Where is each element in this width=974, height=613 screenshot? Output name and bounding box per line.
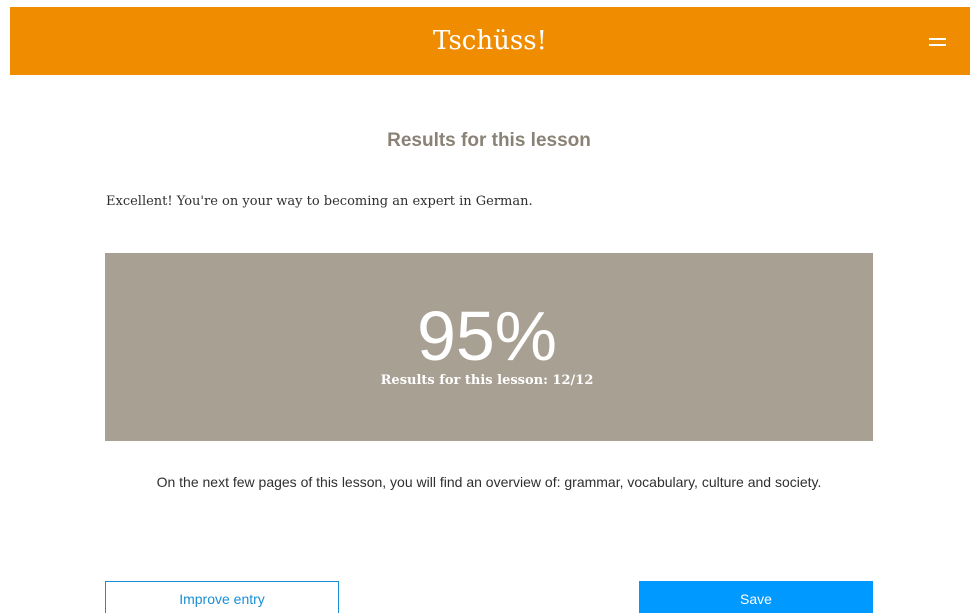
- score-summary: Results for this lesson: 12/12: [380, 373, 594, 388]
- menu-bar-top: [929, 38, 946, 40]
- feedback-message: Excellent! You're on your way to becomin…: [106, 194, 533, 209]
- improve-entry-button[interactable]: Improve entry: [105, 581, 339, 613]
- hamburger-menu-icon[interactable]: [928, 35, 948, 49]
- app-header: Tschüss!: [10, 7, 970, 75]
- results-heading: Results for this lesson: [387, 130, 591, 151]
- app-title: Tschüss!: [433, 26, 547, 56]
- overview-text: On the next few pages of this lesson, yo…: [156, 474, 822, 490]
- save-button[interactable]: Save: [639, 581, 873, 613]
- score-percent: 95%: [416, 297, 558, 375]
- menu-bar-bottom: [929, 44, 946, 46]
